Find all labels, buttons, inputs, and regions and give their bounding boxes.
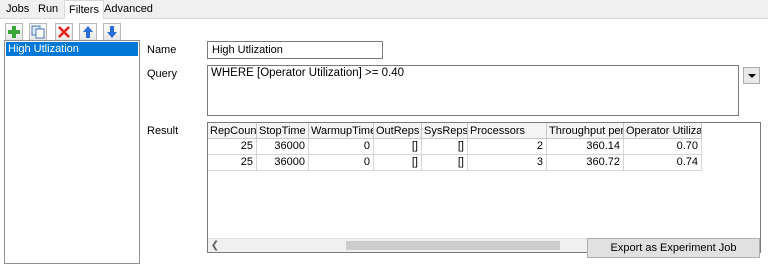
move-down-icon [107,26,117,38]
result-table[interactable]: RepCount StopTime WarmupTime OutReps Sys… [207,122,761,253]
filter-list-item[interactable]: High Utlization [6,42,138,56]
table-cell[interactable]: 25 [208,139,257,155]
filter-name-field[interactable]: High Utlization [207,41,383,59]
delete-icon [58,26,70,38]
table-cell[interactable]: 360.14 [547,139,624,155]
table-cell[interactable]: [] [374,155,422,171]
result-label: Result [147,125,179,137]
query-label: Query [147,68,177,80]
table-cell[interactable]: 3 [468,155,547,171]
column-header[interactable]: SysReps [422,123,468,139]
add-filter-button[interactable] [5,23,23,41]
table-cell[interactable]: 0.74 [624,155,702,171]
move-down-button[interactable] [103,23,121,41]
table-cell[interactable]: 36000 [257,155,309,171]
table-cell[interactable]: [] [374,139,422,155]
table-cell[interactable]: 0 [309,139,374,155]
table-cell[interactable]: 360.72 [547,155,624,171]
delete-filter-button[interactable] [55,23,73,41]
scroll-left-icon[interactable]: ❮ [208,239,222,252]
table-cell[interactable]: [] [422,139,468,155]
column-header[interactable]: Operator Utilizatio [624,123,702,139]
column-header[interactable]: Processors [468,123,547,139]
column-header[interactable]: WarmupTime [309,123,374,139]
filter-list[interactable]: High Utlization [4,40,140,264]
add-icon [8,26,20,38]
table-cell[interactable]: [] [422,155,468,171]
table-cell[interactable]: 36000 [257,139,309,155]
table-cell[interactable]: 25 [208,155,257,171]
name-label: Name [147,44,177,56]
table-cell[interactable]: 0 [309,155,374,171]
filters-panel: High Utlization Name High Utlization Que… [0,19,768,264]
export-experiment-job-button[interactable]: Export as Experiment Job [587,238,760,258]
tab-advanced[interactable]: Advanced [100,2,157,19]
column-header[interactable]: OutReps [374,123,422,139]
copy-icon [31,25,45,39]
copy-filter-button[interactable] [29,23,47,41]
tab-run[interactable]: Run [34,2,62,19]
table-cell[interactable]: 0.70 [624,139,702,155]
scrollbar-thumb[interactable] [346,241,560,250]
query-input[interactable]: WHERE [Operator Utilization] >= 0.40 [207,65,739,116]
column-header[interactable]: RepCount [208,123,257,139]
table-cell[interactable]: 2 [468,139,547,155]
query-dropdown-button[interactable] [743,67,760,84]
tab-bar: Jobs Run Filters Advanced [0,0,768,20]
tab-jobs[interactable]: Jobs [2,2,33,19]
move-up-icon [83,26,93,38]
column-header[interactable]: Throughput per H [547,123,624,139]
tab-filters[interactable]: Filters [64,0,104,20]
move-up-button[interactable] [79,23,97,41]
column-header[interactable]: StopTime [257,123,309,139]
